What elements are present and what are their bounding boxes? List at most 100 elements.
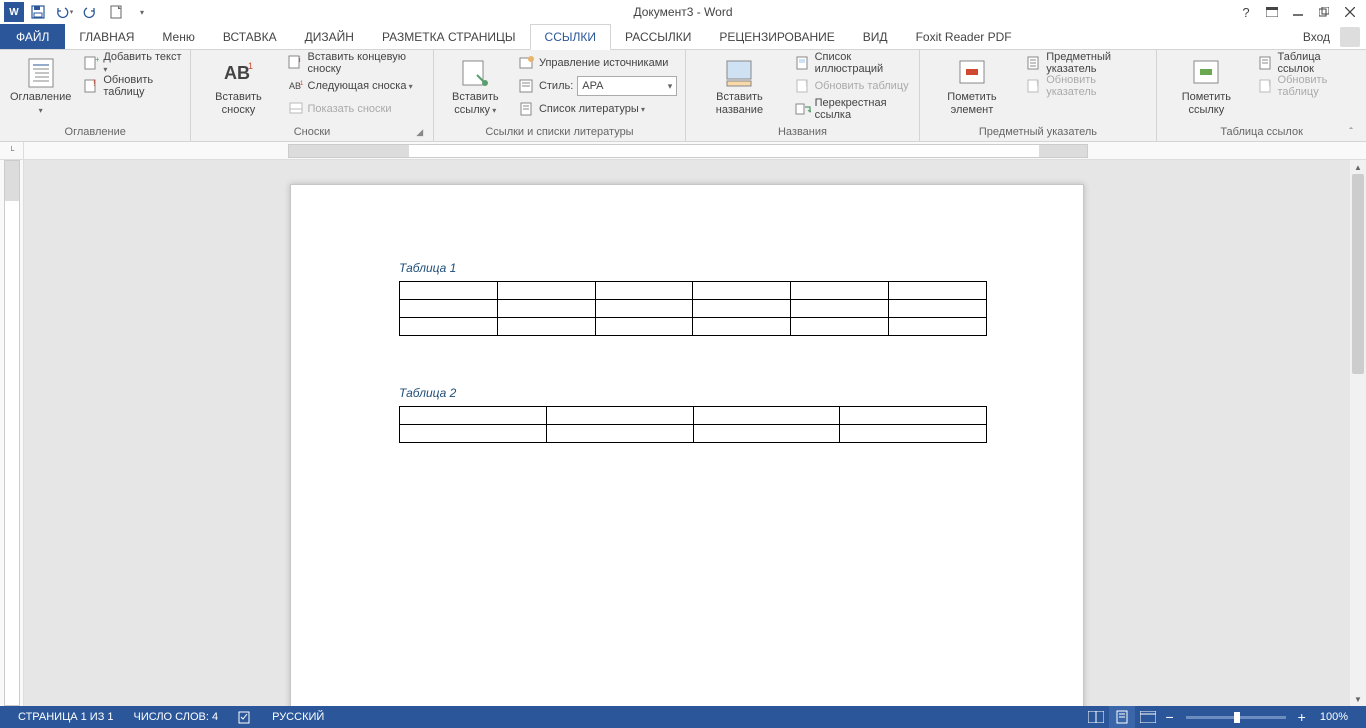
view-web-layout-button[interactable]: [1135, 706, 1161, 728]
horizontal-ruler[interactable]: [288, 144, 1088, 158]
vertical-ruler[interactable]: [4, 160, 20, 706]
index-icon: [1026, 55, 1042, 71]
insert-citation-button[interactable]: Вставить ссылку: [438, 52, 513, 122]
caption-icon: [723, 57, 755, 89]
document-area: └ Таблица 1 Таблица 2: [0, 142, 1366, 706]
scroll-up-button[interactable]: ▲: [1350, 160, 1366, 174]
refresh-icon: !: [1026, 78, 1042, 94]
mark-citation-icon: [1190, 57, 1222, 89]
svg-text:1: 1: [248, 61, 253, 71]
update-authorities-button: !Обновить таблицу: [1254, 75, 1362, 97]
qat-save-button[interactable]: [26, 1, 50, 23]
qat-customize-button[interactable]: ▾: [130, 1, 154, 23]
status-page[interactable]: СТРАНИЦА 1 ИЗ 1: [8, 706, 124, 728]
close-button[interactable]: [1338, 2, 1362, 22]
mark-index-entry-button[interactable]: Пометить элемент: [924, 52, 1021, 122]
zoom-in-button[interactable]: +: [1294, 709, 1310, 725]
toc-icon: [25, 57, 57, 89]
tab-selector[interactable]: └: [0, 142, 23, 160]
page-viewport[interactable]: Таблица 1 Таблица 2: [24, 160, 1350, 706]
svg-text:!: !: [1268, 78, 1271, 88]
insert-footnote-button[interactable]: AB1 Вставить сноску: [195, 52, 281, 122]
group-toc: Оглавление +Добавить текст !Обновить таб…: [0, 50, 191, 141]
group-footnotes-label: Сноски◢: [195, 124, 428, 141]
add-text-icon: +: [83, 55, 99, 71]
footnotes-dialog-launcher[interactable]: ◢: [413, 125, 427, 139]
bibliography-icon: [519, 101, 535, 117]
view-read-mode-button[interactable]: [1083, 706, 1109, 728]
tab-mailings[interactable]: РАССЫЛКИ: [611, 24, 705, 49]
group-citations-label: Ссылки и списки литературы: [438, 124, 682, 141]
ribbon-display-button[interactable]: [1260, 2, 1284, 22]
document-page[interactable]: Таблица 1 Таблица 2: [290, 184, 1084, 706]
minimize-button[interactable]: [1286, 2, 1310, 22]
group-toc-label: Оглавление: [4, 124, 186, 141]
horizontal-ruler-area: [24, 142, 1366, 160]
zoom-level[interactable]: 100%: [1310, 706, 1358, 728]
add-text-button[interactable]: +Добавить текст: [79, 52, 186, 74]
status-word-count[interactable]: ЧИСЛО СЛОВ: 4: [124, 706, 229, 728]
tab-review[interactable]: РЕЦЕНЗИРОВАНИЕ: [705, 24, 848, 49]
group-captions-label: Названия: [690, 124, 914, 141]
tab-insert[interactable]: ВСТАВКА: [209, 24, 291, 49]
insert-caption-button[interactable]: Вставить название: [690, 52, 788, 122]
tab-menu[interactable]: Меню: [148, 24, 208, 49]
toc-button[interactable]: Оглавление: [4, 52, 77, 122]
group-captions: Вставить название Список иллюстраций !Об…: [686, 50, 919, 141]
view-print-layout-button[interactable]: [1109, 706, 1135, 728]
style-icon: [519, 78, 535, 94]
qat-new-button[interactable]: [104, 1, 128, 23]
citation-style-select[interactable]: APA: [577, 76, 677, 96]
zoom-slider-thumb[interactable]: [1234, 712, 1240, 723]
show-footnotes-button: Показать сноски: [284, 98, 429, 120]
group-authorities: Пометить ссылку Таблица ссылок !Обновить…: [1157, 50, 1366, 141]
svg-text:AB: AB: [224, 63, 250, 83]
update-toc-button[interactable]: !Обновить таблицу: [79, 75, 186, 97]
tab-foxit[interactable]: Foxit Reader PDF: [902, 24, 1026, 49]
status-proofing[interactable]: [228, 706, 262, 728]
refresh-icon: !: [1258, 78, 1274, 94]
style-label: Стиль:: [539, 80, 573, 92]
scroll-thumb[interactable]: [1352, 174, 1364, 374]
group-index-label: Предметный указатель: [924, 124, 1153, 141]
insert-endnote-button[interactable]: iВставить концевую сноску: [284, 52, 429, 74]
insert-index-button[interactable]: Предметный указатель: [1022, 52, 1152, 74]
maximize-button[interactable]: [1312, 2, 1336, 22]
svg-text:i: i: [299, 57, 301, 64]
next-footnote-button[interactable]: AB1Следующая сноска: [284, 75, 429, 97]
svg-text:!: !: [805, 78, 808, 88]
table-caption-1[interactable]: Таблица 1: [399, 261, 987, 275]
update-figures-button: !Обновить таблицу: [791, 75, 915, 97]
qat-undo-button[interactable]: ▾: [52, 1, 76, 23]
manage-sources-button[interactable]: Управление источниками: [515, 52, 681, 74]
qat-redo-button[interactable]: [78, 1, 102, 23]
zoom-out-button[interactable]: −: [1161, 709, 1177, 725]
mark-citation-button[interactable]: Пометить ссылку: [1161, 52, 1251, 122]
tab-view[interactable]: ВИД: [849, 24, 902, 49]
document-table-1[interactable]: [399, 281, 987, 336]
insert-authorities-button[interactable]: Таблица ссылок: [1254, 52, 1362, 74]
user-avatar-icon[interactable]: [1340, 27, 1360, 47]
sign-in-link[interactable]: Вход: [1297, 30, 1336, 44]
document-table-2[interactable]: [399, 406, 987, 443]
tab-layout[interactable]: РАЗМЕТКА СТРАНИЦЫ: [368, 24, 530, 49]
insert-figures-list-button[interactable]: Список иллюстраций: [791, 52, 915, 74]
vertical-scrollbar[interactable]: ▲ ▼: [1350, 160, 1366, 706]
tab-file[interactable]: ФАЙЛ: [0, 24, 65, 49]
tab-references[interactable]: ССЫЛКИ: [530, 24, 611, 50]
ribbon: Оглавление +Добавить текст !Обновить таб…: [0, 50, 1366, 142]
tab-design[interactable]: ДИЗАЙН: [291, 24, 368, 49]
bibliography-button[interactable]: Список литературы: [515, 98, 681, 120]
help-button[interactable]: ?: [1234, 2, 1258, 22]
word-app-icon: W: [4, 2, 24, 22]
svg-text:!: !: [1036, 78, 1039, 88]
scroll-down-button[interactable]: ▼: [1350, 692, 1366, 706]
tab-home[interactable]: ГЛАВНАЯ: [65, 24, 148, 49]
collapse-ribbon-button[interactable]: ˆ: [1342, 125, 1360, 139]
zoom-slider[interactable]: [1186, 716, 1286, 719]
cross-reference-button[interactable]: Перекрестная ссылка: [791, 98, 915, 120]
table-caption-2[interactable]: Таблица 2: [399, 386, 987, 400]
window-title: Документ3 - Word: [633, 5, 732, 19]
status-language[interactable]: РУССКИЙ: [262, 706, 334, 728]
mark-entry-icon: [956, 57, 988, 89]
